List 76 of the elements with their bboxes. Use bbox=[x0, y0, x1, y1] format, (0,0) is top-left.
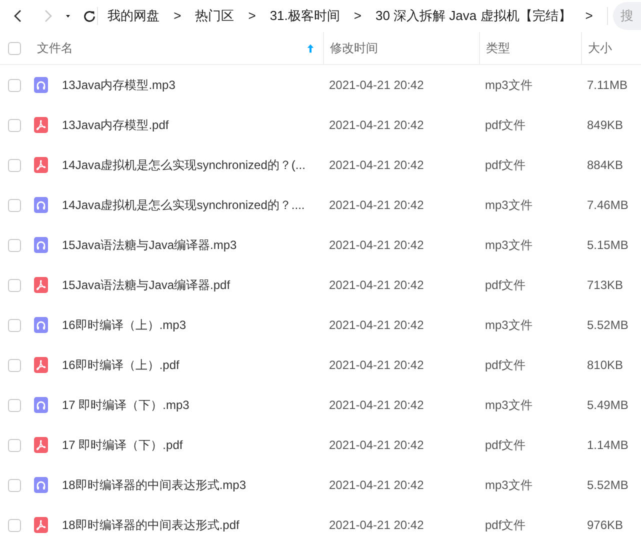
file-size: 976KB bbox=[587, 518, 624, 532]
modified-date: 2021-04-21 20:42 bbox=[329, 478, 424, 492]
file-size: 7.11MB bbox=[587, 78, 628, 92]
file-size: 5.52MB bbox=[587, 318, 628, 332]
file-name[interactable]: 18即时编译器的中间表达形式.pdf bbox=[62, 516, 240, 534]
file-name[interactable]: 15Java语法糖与Java编译器.mp3 bbox=[62, 236, 237, 254]
file-name[interactable]: 17 即时编译（下）.mp3 bbox=[62, 396, 190, 414]
breadcrumb-link[interactable]: 我的网盘 bbox=[108, 6, 160, 26]
refresh-icon[interactable] bbox=[82, 8, 97, 24]
file-name[interactable]: 16即时编译（上）.pdf bbox=[62, 356, 180, 374]
file-name[interactable]: 17 即时编译（下）.pdf bbox=[62, 436, 183, 454]
file-name[interactable]: 14Java虚拟机是怎么实现synchronized的？(... bbox=[62, 156, 306, 174]
file-type: pdf文件 bbox=[485, 518, 526, 532]
file-type: mp3文件 bbox=[485, 198, 532, 212]
modified-date: 2021-04-21 20:42 bbox=[329, 238, 424, 252]
checkbox[interactable] bbox=[8, 198, 21, 212]
modified-date: 2021-04-21 20:42 bbox=[329, 78, 424, 92]
breadcrumb-link[interactable]: 31.极客时间 bbox=[270, 6, 340, 26]
file-type: pdf文件 bbox=[485, 278, 526, 292]
file-type: pdf文件 bbox=[485, 438, 526, 452]
column-header[interactable]: 文件名 bbox=[37, 39, 73, 57]
file-type: mp3文件 bbox=[485, 398, 532, 412]
modified-date: 2021-04-21 20:42 bbox=[329, 118, 424, 132]
caret-icon[interactable] bbox=[64, 12, 72, 20]
checkbox[interactable] bbox=[8, 518, 21, 532]
checkbox[interactable] bbox=[8, 478, 21, 492]
file-name[interactable]: 13Java内存模型.mp3 bbox=[62, 76, 176, 94]
modified-date: 2021-04-21 20:42 bbox=[329, 358, 424, 372]
checkbox[interactable] bbox=[8, 78, 21, 92]
modified-date: 2021-04-21 20:42 bbox=[329, 398, 424, 412]
modified-date: 2021-04-21 20:42 bbox=[329, 158, 424, 172]
file-size: 810KB bbox=[587, 358, 624, 372]
column-header[interactable]: 大小 bbox=[588, 39, 612, 57]
sort-up-arrow-icon[interactable] bbox=[305, 42, 316, 54]
modified-date: 2021-04-21 20:42 bbox=[329, 518, 424, 532]
file-type: mp3文件 bbox=[485, 318, 532, 332]
breadcrumb-link[interactable]: 热门区 bbox=[195, 6, 234, 26]
file-type: mp3文件 bbox=[485, 238, 532, 252]
checkbox[interactable] bbox=[8, 158, 21, 172]
file-size: 5.49MB bbox=[587, 398, 628, 412]
file-size: 1.14MB bbox=[587, 438, 628, 452]
checkbox[interactable] bbox=[8, 358, 21, 372]
breadcrumb-link[interactable]: 30 深入拆解 Java 虚拟机【完结】 bbox=[376, 6, 572, 26]
file-name[interactable]: 16即时编译（上）.mp3 bbox=[62, 316, 186, 334]
modified-date: 2021-04-21 20:42 bbox=[329, 318, 424, 332]
breadcrumb-separator: > bbox=[248, 7, 256, 26]
file-name[interactable]: 13Java内存模型.pdf bbox=[62, 116, 169, 134]
column-header[interactable]: 类型 bbox=[486, 39, 510, 57]
checkbox[interactable] bbox=[8, 42, 21, 54]
checkbox[interactable] bbox=[8, 318, 21, 332]
breadcrumb-separator: > bbox=[174, 7, 182, 26]
breadcrumb-separator: > bbox=[354, 7, 362, 26]
file-name[interactable]: 15Java语法糖与Java编译器.pdf bbox=[62, 276, 230, 294]
modified-date: 2021-04-21 20:42 bbox=[329, 278, 424, 292]
file-type: mp3文件 bbox=[485, 78, 532, 92]
breadcrumb-separator: > bbox=[585, 7, 593, 26]
modified-date: 2021-04-21 20:42 bbox=[329, 198, 424, 212]
file-name[interactable]: 14Java虚拟机是怎么实现synchronized的？.... bbox=[62, 196, 305, 214]
file-size: 849KB bbox=[587, 118, 624, 132]
file-type: pdf文件 bbox=[485, 158, 526, 172]
file-name[interactable]: 18即时编译器的中间表达形式.mp3 bbox=[62, 476, 246, 494]
modified-date: 2021-04-21 20:42 bbox=[329, 438, 424, 452]
file-type: pdf文件 bbox=[485, 358, 526, 372]
file-size: 713KB bbox=[587, 278, 624, 292]
checkbox[interactable] bbox=[8, 238, 21, 252]
file-size: 5.52MB bbox=[587, 478, 628, 492]
file-size: 7.46MB bbox=[587, 198, 628, 212]
checkbox[interactable] bbox=[8, 278, 21, 292]
column-header[interactable]: 修改时间 bbox=[330, 39, 378, 57]
file-type: mp3文件 bbox=[485, 478, 532, 492]
file-size: 884KB bbox=[587, 158, 624, 172]
file-type: pdf文件 bbox=[485, 118, 526, 132]
checkbox[interactable] bbox=[8, 118, 21, 132]
checkbox[interactable] bbox=[8, 398, 21, 412]
file-size: 5.15MB bbox=[587, 238, 628, 252]
checkbox[interactable] bbox=[8, 438, 21, 452]
